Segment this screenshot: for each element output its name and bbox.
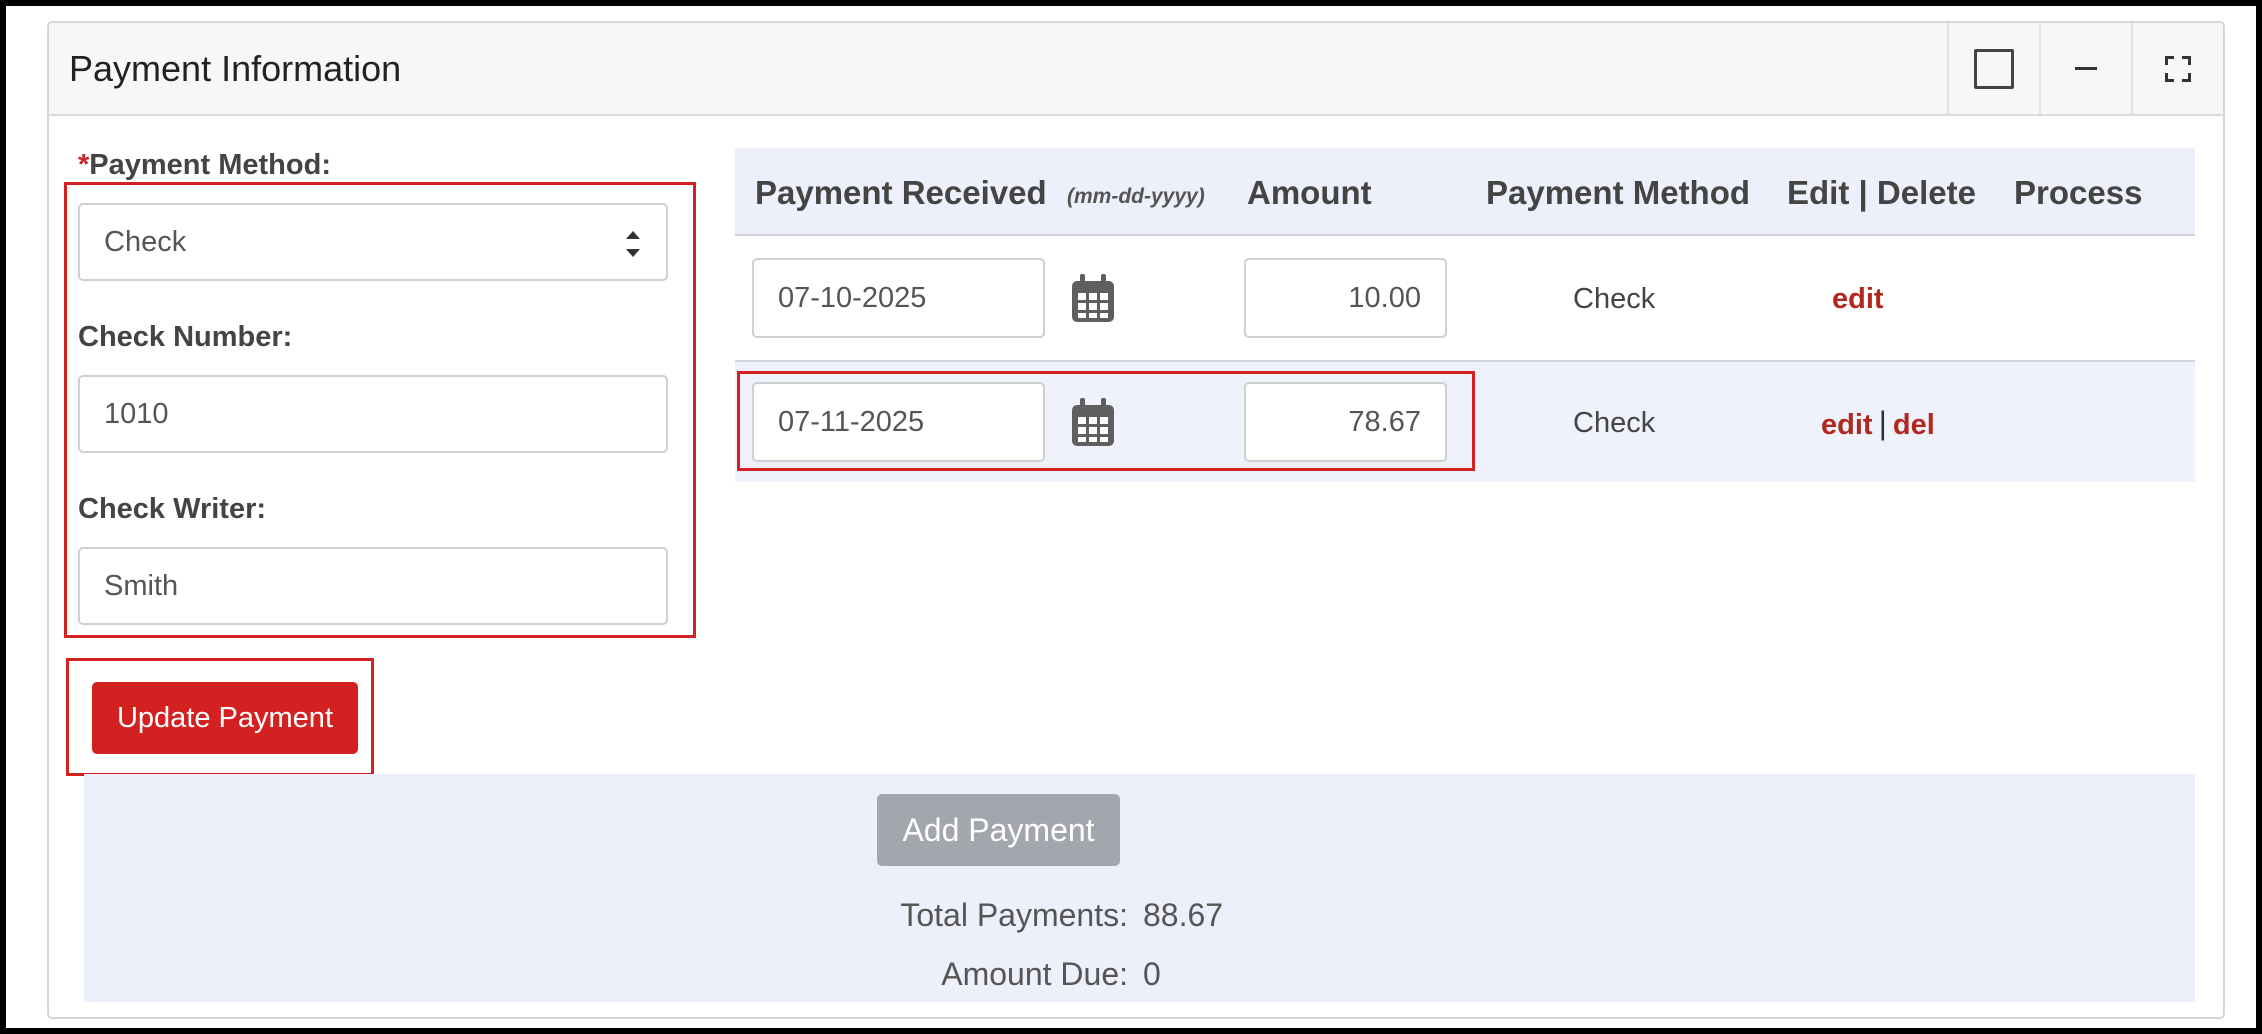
fullscreen-icon xyxy=(2165,55,2191,82)
total-payments-label: Total Payments: xyxy=(900,897,1128,933)
checkbox-button[interactable] xyxy=(1947,23,2039,114)
payment-date-value: 07-10-2025 xyxy=(778,281,927,314)
payment-amount-input[interactable]: 10.00 xyxy=(1244,258,1447,338)
col-amount: Amount xyxy=(1247,174,1372,211)
highlight-form-fields xyxy=(64,182,696,638)
payment-method-cell: Check xyxy=(1573,283,1656,315)
col-payment-method: Payment Method xyxy=(1486,174,1751,211)
panel-title: Payment Information xyxy=(69,48,402,89)
link-separator: | xyxy=(1878,405,1887,441)
add-payment-button[interactable]: Add Payment xyxy=(877,794,1120,866)
highlight-update-button xyxy=(66,658,374,776)
col-payment-received: Payment Received xyxy=(755,174,1047,211)
amount-due-label: Amount Due: xyxy=(941,956,1128,992)
delete-link[interactable]: del xyxy=(1893,409,1935,441)
screen: Payment Information *Payment Method: Che… xyxy=(6,6,2256,1028)
payment-amount-value: 10.00 xyxy=(1348,281,1421,314)
fullscreen-button[interactable] xyxy=(2131,23,2223,114)
col-edit-delete: Edit | Delete xyxy=(1787,174,1976,211)
edit-link[interactable]: edit xyxy=(1821,409,1873,441)
date-format-hint: (mm-dd-yyyy) xyxy=(1067,185,1205,208)
edit-link[interactable]: edit xyxy=(1832,283,1884,315)
payment-method-label: *Payment Method: xyxy=(78,149,331,182)
payment-date-input[interactable]: 07-10-2025 xyxy=(752,258,1045,338)
required-mark: * xyxy=(78,149,90,181)
minimize-button[interactable] xyxy=(2039,23,2131,114)
col-process: Process xyxy=(2014,174,2143,211)
amount-due-value: 0 xyxy=(1143,956,1161,992)
calendar-icon[interactable] xyxy=(1070,274,1116,324)
payment-method-label-text: Payment Method: xyxy=(89,149,331,181)
highlight-row-inputs xyxy=(737,371,1475,471)
payments-table-header: Payment Received (mm-dd-yyyy) Amount Pay… xyxy=(735,148,2195,236)
panel-header: Payment Information xyxy=(49,23,2223,116)
minimize-icon xyxy=(2075,67,2097,70)
totals-section xyxy=(84,774,2195,1002)
total-payments-value: 88.67 xyxy=(1143,897,1224,933)
edit-delete-cell: edit xyxy=(1832,283,1884,316)
edit-delete-cell: edit | del xyxy=(1821,405,1935,442)
payment-method-cell: Check xyxy=(1573,407,1656,439)
checkbox-icon xyxy=(1974,48,2014,89)
